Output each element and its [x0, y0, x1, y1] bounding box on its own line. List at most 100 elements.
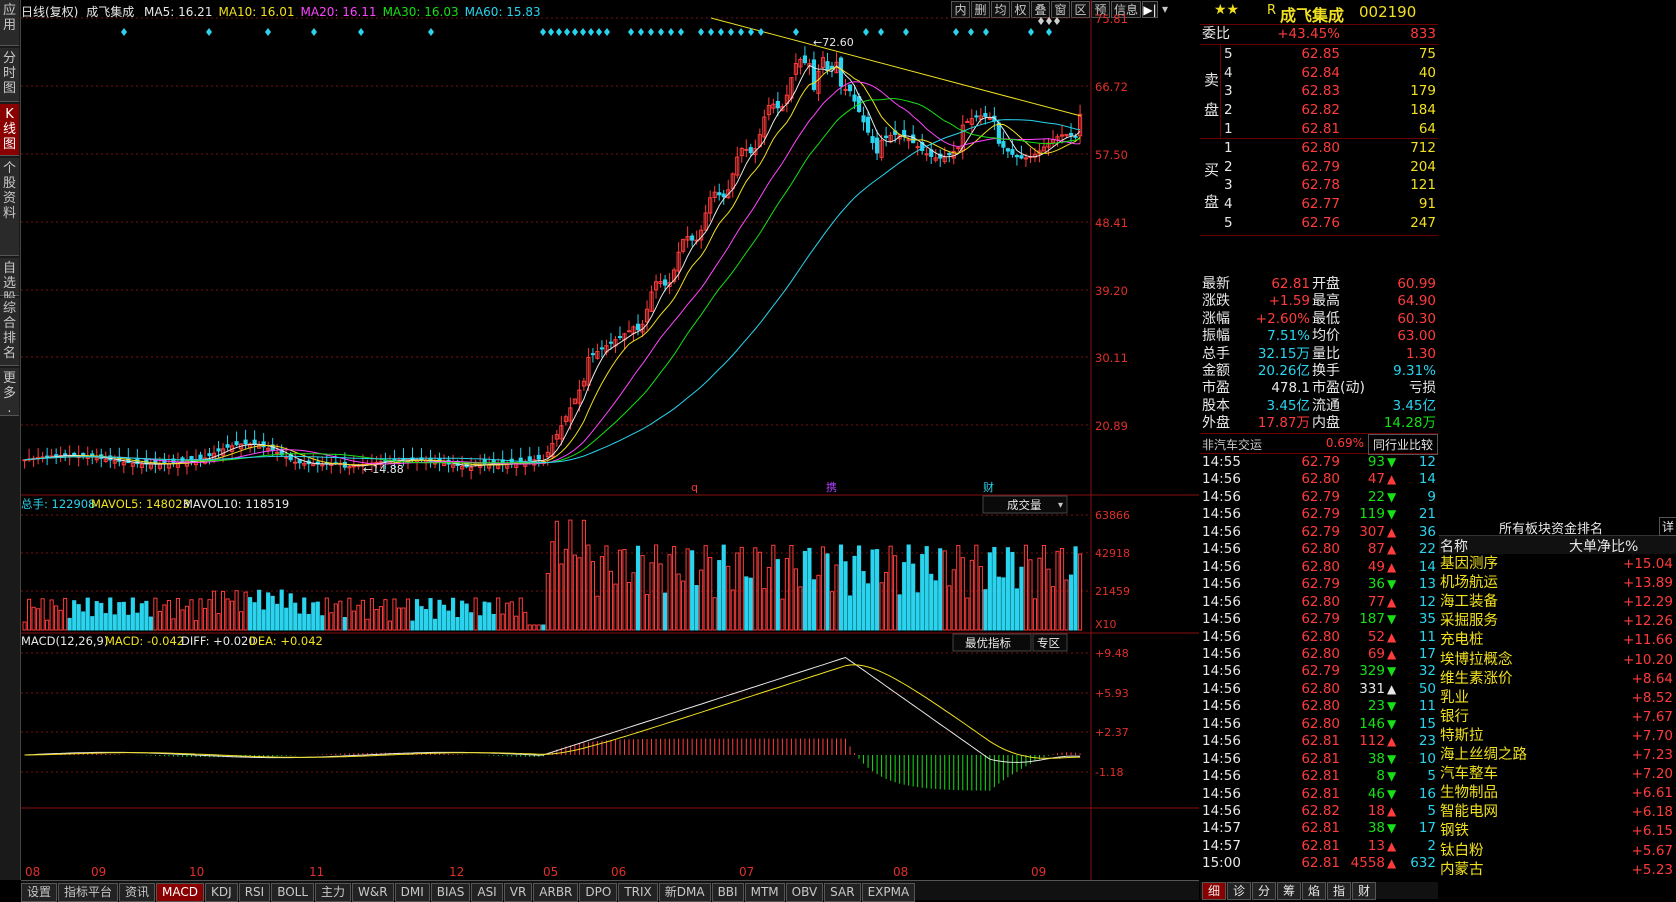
indicator-tab-22[interactable]: EXPMA [861, 883, 916, 902]
tick-price: 62.80 [1301, 698, 1340, 715]
volume-bar [1037, 557, 1042, 631]
indicator-tab-12[interactable]: ASI [471, 883, 503, 902]
fund-rank-row[interactable]: 特斯拉 +7.70 [1439, 727, 1676, 745]
ask-price[interactable]: 62.82 [1260, 101, 1340, 119]
fund-rank-row[interactable]: 充电桩 +11.66 [1439, 631, 1676, 649]
left-tab-1[interactable]: 应用 [0, 0, 19, 46]
tick-time: 14:56 [1202, 698, 1241, 715]
fund-rank-row[interactable]: 机场航运 +13.89 [1439, 574, 1676, 592]
tick-count: 17 [1418, 645, 1436, 662]
tick-tab-3[interactable]: 分 [1252, 882, 1276, 900]
indicator-tab-6[interactable]: RSI [238, 883, 271, 902]
left-tab-5[interactable]: 自选股 [0, 258, 19, 306]
sector-ratio: +8.52 [1631, 689, 1673, 706]
tick-count: 13 [1418, 576, 1436, 593]
indicator-tab-11[interactable]: BIAS [430, 883, 471, 902]
candle-body [721, 193, 726, 198]
col-net-ratio[interactable]: 大单净比% [1569, 536, 1638, 556]
kline-chart-area[interactable]: 日线(复权) 成飞集成 MA5: 16.21 MA10: 16.01 MA20: 1… [21, 0, 1199, 880]
bid-price[interactable]: 62.79 [1260, 158, 1340, 176]
candle-body [1010, 149, 1015, 155]
left-tab-7[interactable]: 更多. [0, 368, 19, 416]
volume-bar [112, 614, 117, 631]
volume-bar [924, 546, 929, 631]
fund-rank-row[interactable]: 钢铁 +6.15 [1439, 822, 1676, 840]
tick-time: 14:56 [1202, 645, 1241, 662]
ask-price[interactable]: 62.81 [1260, 120, 1340, 138]
fund-rank-row[interactable]: 基因测序 +15.04 [1439, 555, 1676, 573]
left-tab-6[interactable]: 综合排名 [0, 298, 19, 366]
fund-rank-row[interactable]: 埃博拉概念 +10.20 [1439, 651, 1676, 669]
tick-tab-2[interactable]: 诊 [1227, 882, 1251, 900]
candle-body [207, 453, 212, 457]
fund-rank-row[interactable]: 乳业 +8.52 [1439, 689, 1676, 707]
tick-tab-6[interactable]: 指 [1327, 882, 1351, 900]
indicator-tab-2[interactable]: 指标平台 [58, 883, 119, 902]
volume-bar [410, 620, 415, 631]
tick-tab-4[interactable]: 筹 [1277, 882, 1301, 900]
indicator-tab-13[interactable]: VR [503, 883, 533, 902]
tick-price: 62.81 [1301, 768, 1340, 785]
indicator-tab-4[interactable]: MACD [156, 883, 205, 902]
tick-price: 62.82 [1301, 803, 1340, 819]
indicator-tab-1[interactable]: 设置 [21, 883, 58, 902]
volume-bar [870, 549, 875, 631]
left-tab-3[interactable]: K线图 [0, 104, 19, 156]
tick-price: 62.80 [1301, 628, 1340, 645]
indicator-tab-15[interactable]: DPO [579, 883, 618, 902]
tick-count: 14 [1418, 471, 1436, 488]
quote-label: 内盘 [1312, 415, 1340, 432]
volume-bar [320, 615, 325, 631]
bid-price[interactable]: 62.77 [1260, 195, 1340, 213]
indicator-tab-17[interactable]: 新DMA [658, 883, 711, 902]
col-name[interactable]: 名称 [1440, 536, 1468, 556]
tick-tab-1[interactable]: 细 [1202, 882, 1226, 900]
fund-rank-row[interactable]: 钛白粉 +5.67 [1439, 842, 1676, 860]
volume-bar [469, 612, 474, 631]
indicator-tab-14[interactable]: ARBR [533, 883, 579, 902]
indicator-tab-20[interactable]: OBV [785, 883, 824, 902]
tick-tab-7[interactable]: 财 [1352, 882, 1376, 900]
indicator-tab-18[interactable]: BBI [711, 883, 744, 902]
candle-body [884, 135, 889, 138]
compare-button[interactable]: 同行业比较 [1368, 434, 1438, 455]
tick-count: 632 [1410, 855, 1436, 872]
indicator-tab-19[interactable]: MTM [744, 883, 785, 902]
fund-rank-row[interactable]: 海工装备 +12.29 [1439, 593, 1676, 611]
price-tick-label: 66.72 [1095, 80, 1128, 94]
volume-bar [437, 599, 442, 631]
fund-rank-row[interactable]: 生物制品 +6.61 [1439, 784, 1676, 802]
ask-price[interactable]: 62.85 [1260, 45, 1340, 63]
fund-rank-row[interactable]: 银行 +7.67 [1439, 708, 1676, 726]
left-tab-2[interactable]: 分时图 [0, 48, 19, 102]
indicator-tab-16[interactable]: TRIX [618, 883, 658, 902]
left-tab-4[interactable]: 个股资料 [0, 158, 19, 256]
indicator-tab-8[interactable]: 主力 [315, 883, 352, 902]
fund-rank-row[interactable]: 采掘服务 +12.26 [1439, 612, 1676, 630]
bid-price[interactable]: 62.78 [1260, 176, 1340, 194]
bid-level: 1 [1224, 140, 1233, 156]
tick-volume: 331 [1359, 680, 1385, 697]
indicator-tab-5[interactable]: KDJ [205, 883, 238, 902]
bid-price[interactable]: 62.76 [1260, 214, 1340, 232]
volume-bar [1059, 547, 1065, 631]
indicator-tab-21[interactable]: SAR [824, 883, 861, 902]
volume-bar [861, 571, 866, 631]
fund-rank-row[interactable]: 汽车整车 +7.20 [1439, 765, 1676, 783]
tick-tab-5[interactable]: 焰 [1302, 882, 1326, 900]
ask-price[interactable]: 62.84 [1260, 64, 1340, 82]
ask-level: 1 [1224, 120, 1233, 137]
ask-price[interactable]: 62.83 [1260, 82, 1340, 100]
indicator-tab-3[interactable]: 资讯 [119, 883, 156, 902]
fund-rank-row[interactable]: 内蒙古 +5.23 [1439, 861, 1676, 879]
left-tab-bar: 应用分时图 K线图个股资料自选股综合排名更多. [0, 0, 21, 880]
indicator-tab-7[interactable]: BOLL [271, 883, 315, 902]
indicator-tab-9[interactable]: W&R [352, 883, 394, 902]
fund-rank-row[interactable]: 智能电网 +6.18 [1439, 803, 1676, 821]
fund-rank-row[interactable]: 海上丝绸之路 +7.23 [1439, 746, 1676, 764]
fund-rank-row[interactable]: 维生素涨价 +8.64 [1439, 670, 1676, 688]
indicator-tab-10[interactable]: DMI [394, 883, 430, 902]
sector-name: 海工装备 [1440, 594, 1498, 611]
detail-button[interactable]: 详 [1659, 517, 1676, 536]
bid-price[interactable]: 62.80 [1260, 139, 1340, 157]
